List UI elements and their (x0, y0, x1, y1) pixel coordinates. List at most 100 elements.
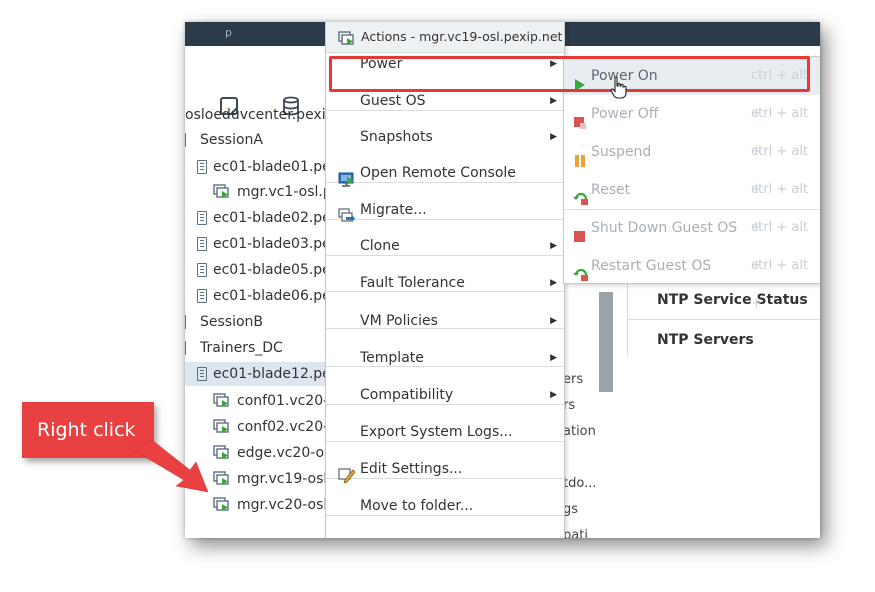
menu-item-label: Clone (360, 238, 400, 254)
menu-item-fault-tolerance[interactable]: Fault Tolerance ▶ (326, 265, 564, 301)
submenu-item-label: Power Off (591, 106, 659, 122)
menu-item-label: Open Remote Console (360, 165, 516, 181)
tree-item-label: osloeduvcenter.pexip (185, 107, 335, 123)
vm-icon (213, 497, 231, 513)
menu-item-label: Migrate... (360, 202, 427, 218)
menu-item-label: Snapshots (360, 129, 433, 145)
menu-item-vm-policies[interactable]: VM Policies ▶ (326, 303, 564, 339)
host-icon (197, 237, 207, 251)
vm-icon (213, 393, 231, 409)
tree-item-host[interactable]: ec01-blade05.pe (197, 258, 331, 282)
tree-item[interactable]: osloeduvcenter.pexip (185, 103, 335, 127)
menu-item-label: VM Policies (360, 313, 438, 329)
submenu-arrow-icon: ▶ (550, 353, 557, 363)
host-icon (197, 211, 207, 225)
vsphere-window: p osloeduvcenter.pexip SessionA ec01-blade… (185, 22, 820, 538)
submenu-item-power-off[interactable]: Power Off ctrl + alt + (564, 95, 820, 159)
submenu-item-label: Shut Down Guest OS (591, 220, 738, 236)
host-icon (197, 289, 207, 303)
tree-item-host[interactable]: ec01-blade06.pe (197, 284, 331, 308)
menu-item-move-to-folder[interactable]: Move to folder... (326, 488, 564, 524)
submenu-item-label: Reset (591, 182, 631, 198)
submenu-item-restart-guest-os[interactable]: Restart Guest OS ctrl + alt + (564, 247, 820, 311)
menu-item-label: Edit Settings... (360, 461, 463, 477)
menu-item-label: Template (360, 350, 424, 366)
tree-item-label: conf01.vc20-o (237, 393, 338, 409)
shortcut-text: ctrl + alt + (751, 258, 809, 311)
tree-item-label: ec01-blade02.pe (213, 210, 331, 226)
tree-item-label: Trainers_DC (200, 340, 283, 356)
tree-item-host[interactable]: ec01-blade12.pe (185, 362, 331, 386)
submenu-item-shut-down-guest-os[interactable]: Shut Down Guest OS ctrl + alt + (564, 209, 820, 273)
menu-item-label: Move to folder... (360, 498, 474, 514)
datacenter-icon (185, 315, 194, 329)
tree-item-vm[interactable]: mgr.vc19-osl.p (213, 467, 341, 491)
tree-item-vm[interactable]: conf02.vc20- (213, 415, 328, 439)
tree-item-label: SessionB (200, 314, 264, 330)
tree-item-label: ec01-blade12.pe (213, 366, 331, 382)
vm-icon (213, 445, 231, 461)
submenu-arrow-icon: ▶ (550, 390, 557, 400)
menu-item-snapshots[interactable]: Snapshots ▶ (326, 119, 564, 155)
vm-icon (213, 419, 231, 435)
peek-text: ers (563, 372, 584, 387)
power-off-icon (573, 107, 587, 129)
submenu-arrow-icon: ▶ (550, 132, 557, 142)
ntp-servers-row[interactable]: NTP Servers (627, 319, 820, 359)
reset-icon (573, 183, 588, 206)
menu-item-template[interactable]: Template ▶ (326, 340, 564, 376)
peek-text: pati (563, 528, 588, 538)
menu-item-export-system-logs[interactable]: Export System Logs... (326, 414, 564, 450)
actions-context-menu: Actions - mgr.vc19-osl.pexip.net Power ▶ G… (325, 22, 565, 538)
submenu-item-label: Restart Guest OS (591, 258, 712, 274)
tree-item-vm[interactable]: mgr.vc1-osl.pe (213, 180, 340, 204)
submenu-arrow-icon: ▶ (550, 278, 557, 288)
tree-item-label: ec01-blade05.pe (213, 262, 331, 278)
tree-item-vm[interactable]: conf01.vc20-o (213, 389, 337, 413)
submenu-item-suspend[interactable]: Suspend ctrl + alt + (564, 133, 820, 197)
host-icon (197, 263, 207, 277)
datacenter-icon (185, 341, 194, 355)
datacenter-icon (185, 133, 194, 147)
tree-item-vm[interactable]: edge.vc20-os (213, 441, 331, 465)
tree-item-host[interactable]: ec01-blade03.pe (197, 232, 331, 256)
submenu-item-label: Suspend (591, 144, 652, 160)
stop-icon (573, 221, 587, 242)
scrollbar[interactable] (599, 292, 613, 392)
restart-icon (573, 259, 588, 282)
edit-settings-icon (338, 461, 356, 484)
tree-item[interactable]: SessionA (185, 128, 263, 152)
submenu-arrow-icon: ▶ (550, 316, 557, 326)
vm-icon (338, 28, 356, 45)
menu-item-label: Fault Tolerance (360, 275, 465, 291)
tree-item-label: conf02.vc20- (237, 419, 329, 435)
host-icon (197, 160, 207, 174)
menu-item-compatibility[interactable]: Compatibility ▶ (326, 377, 564, 413)
menu-item-open-remote-console[interactable]: Open Remote Console (326, 155, 564, 191)
menu-item-label: Compatibility (360, 387, 454, 403)
tree-item-label: ec01-blade03.pe (213, 236, 331, 252)
submenu-item-reset[interactable]: Reset ctrl + alt + (564, 171, 820, 235)
tree-item[interactable]: SessionB (185, 310, 263, 334)
tree-item-label: ec01-blade06.pe (213, 288, 331, 304)
tree-item-label: edge.vc20-os (237, 445, 332, 461)
peek-text: ation (563, 424, 596, 439)
menu-item-migrate[interactable]: Migrate... (326, 192, 564, 228)
submenu-arrow-icon: ▶ (550, 241, 557, 251)
tree-item-host[interactable]: ec01-blade01.pe (197, 155, 331, 179)
menu-item-label: Export System Logs... (360, 424, 513, 440)
hand-cursor-icon (610, 76, 627, 99)
callout-arrow-icon (130, 440, 209, 493)
power-highlight-box (329, 56, 810, 92)
tree-item[interactable]: Trainers_DC (185, 336, 283, 360)
peek-text: gs (563, 502, 579, 517)
tree-item-vm[interactable]: mgr.vc20-osl. (213, 493, 332, 517)
console-icon (338, 165, 356, 187)
menu-item-clone[interactable]: Clone ▶ (326, 228, 564, 264)
menu-item-edit-settings[interactable]: Edit Settings... (326, 451, 564, 487)
tree-item-host[interactable]: ec01-blade02.pe (197, 206, 331, 230)
tree-item-label: ec01-blade01.pe (213, 159, 331, 175)
tree-item-label: mgr.vc20-osl. (237, 497, 332, 513)
migrate-icon (338, 202, 356, 222)
pause-icon (573, 145, 587, 167)
